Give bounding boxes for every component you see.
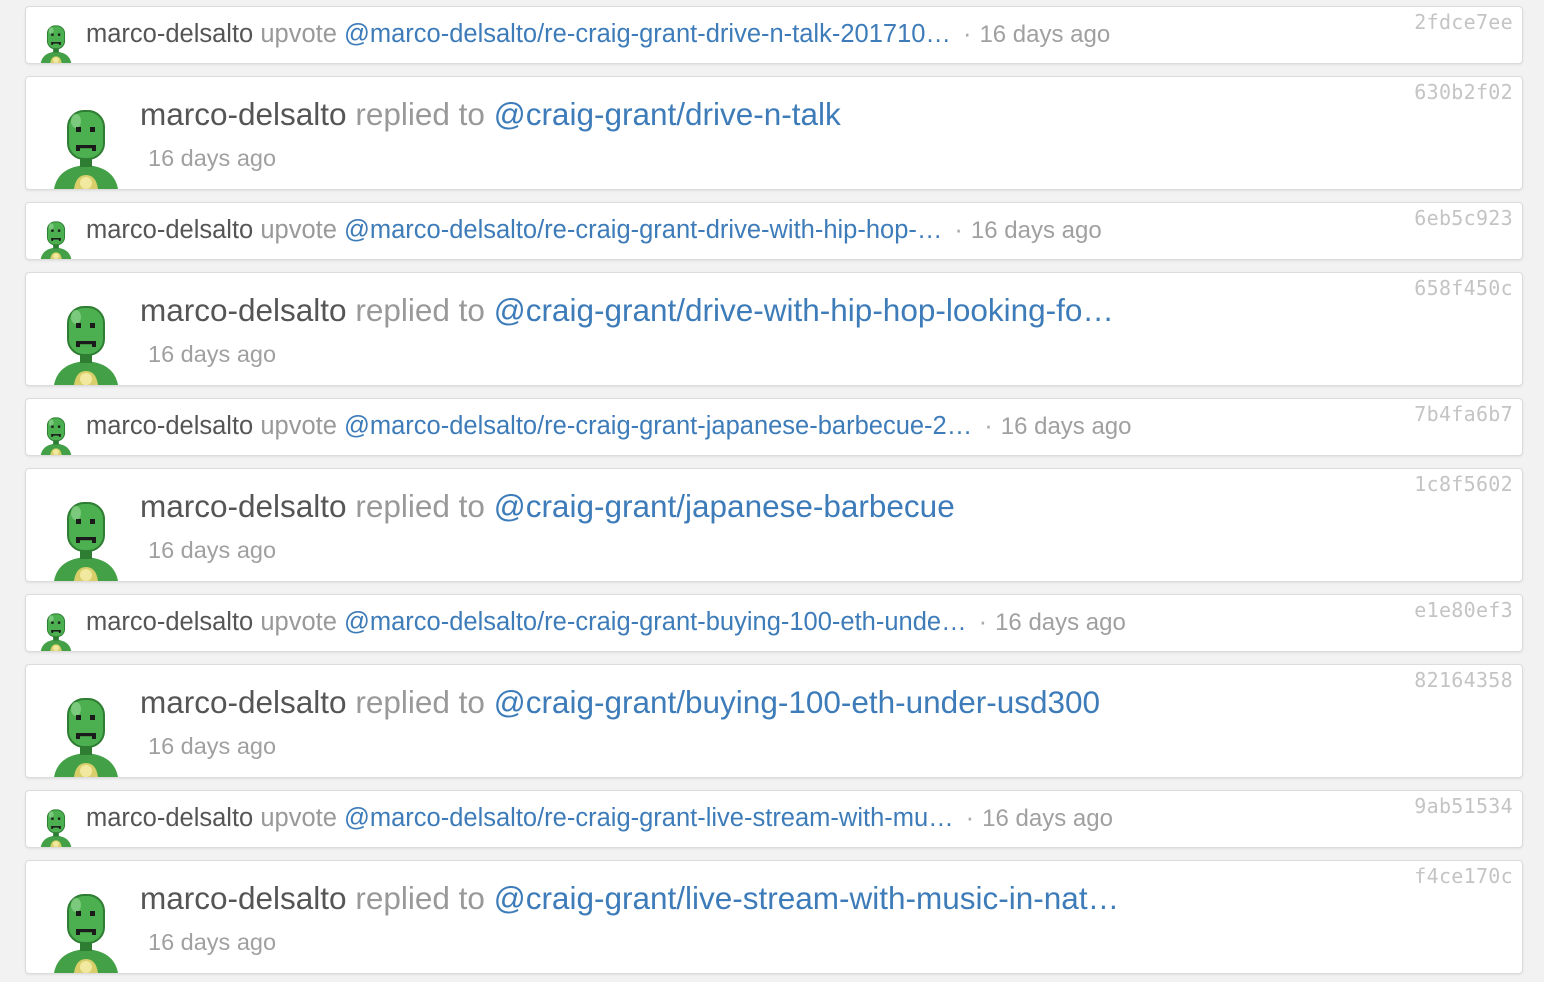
timestamp: 16 days ago bbox=[148, 145, 277, 171]
username-link[interactable]: marco-delsalto bbox=[86, 20, 253, 48]
activity-verb: upvote bbox=[260, 412, 337, 440]
post-link[interactable]: @marco-delsalto/re-craig-grant-drive-n-t… bbox=[344, 20, 951, 48]
post-link[interactable]: @craig-grant/drive-n-talk bbox=[494, 96, 841, 132]
activity-line: marco-delsalto replied to @craig-grant/j… bbox=[140, 488, 955, 525]
green-robot-avatar-icon[interactable] bbox=[46, 301, 126, 385]
green-robot-avatar-icon[interactable] bbox=[36, 219, 76, 259]
activity-upvote-card: e1e80ef3 marco-delsalto upvote @marco-del… bbox=[25, 594, 1523, 652]
post-link[interactable]: @craig-grant/buying-100-eth-under-usd300 bbox=[494, 684, 1100, 720]
transaction-hash[interactable]: 6eb5c923 bbox=[1414, 206, 1513, 230]
timestamp: 16 days ago bbox=[979, 21, 1111, 48]
username-link[interactable]: marco-delsalto bbox=[140, 488, 347, 524]
post-link[interactable]: @marco-delsalto/re-craig-grant-japanese-… bbox=[344, 412, 972, 440]
timestamp: 16 days ago bbox=[148, 929, 277, 955]
username-link[interactable]: marco-delsalto bbox=[140, 292, 347, 328]
green-robot-avatar-icon[interactable] bbox=[36, 415, 76, 455]
green-robot-avatar-icon[interactable] bbox=[46, 889, 126, 973]
username-link[interactable]: marco-delsalto bbox=[86, 608, 253, 636]
activity-verb: upvote bbox=[260, 608, 337, 636]
post-link[interactable]: @marco-delsalto/re-craig-grant-buying-10… bbox=[344, 608, 967, 636]
transaction-hash[interactable]: 658f450c bbox=[1414, 276, 1513, 300]
username-link[interactable]: marco-delsalto bbox=[140, 684, 347, 720]
activity-line: marco-delsalto replied to @craig-grant/l… bbox=[140, 880, 1119, 917]
separator-dot: · bbox=[978, 608, 988, 636]
activity-line: marco-delsalto upvote @marco-delsalto/re… bbox=[86, 804, 1113, 833]
activity-verb: replied to bbox=[355, 96, 485, 132]
green-robot-avatar-icon[interactable] bbox=[36, 23, 76, 63]
green-robot-avatar-icon[interactable] bbox=[36, 611, 76, 651]
activity-upvote-card: 2fdce7ee marco-delsalto upvote @marco-del… bbox=[25, 6, 1523, 64]
separator-dot: · bbox=[962, 20, 972, 48]
username-link[interactable]: marco-delsalto bbox=[86, 216, 253, 244]
transaction-hash[interactable]: 9ab51534 bbox=[1414, 794, 1513, 818]
post-link[interactable]: @craig-grant/live-stream-with-music-in-n… bbox=[494, 880, 1119, 916]
post-link[interactable]: @marco-delsalto/re-craig-grant-drive-wit… bbox=[344, 216, 942, 244]
activity-reply-card: 658f450c marco-delsalto replied to @craig… bbox=[25, 272, 1523, 386]
activity-line: marco-delsalto replied to @craig-grant/d… bbox=[140, 96, 841, 133]
timestamp: 16 days ago bbox=[148, 733, 277, 759]
activity-verb: replied to bbox=[355, 292, 485, 328]
activity-line: marco-delsalto upvote @marco-delsalto/re… bbox=[86, 412, 1132, 441]
activity-verb: replied to bbox=[355, 488, 485, 524]
transaction-hash[interactable]: 7b4fa6b7 bbox=[1414, 402, 1513, 426]
transaction-hash[interactable]: e1e80ef3 bbox=[1414, 598, 1513, 622]
separator-dot: · bbox=[984, 412, 993, 440]
activity-verb: replied to bbox=[355, 684, 485, 720]
timestamp: 16 days ago bbox=[148, 341, 277, 367]
username-link[interactable]: marco-delsalto bbox=[140, 96, 347, 132]
activity-reply-card: 82164358 marco-delsalto replied to @craig… bbox=[25, 664, 1523, 778]
green-robot-avatar-icon[interactable] bbox=[46, 105, 126, 189]
activity-reply-card: f4ce170c marco-delsalto replied to @craig… bbox=[25, 860, 1523, 974]
post-link[interactable]: @craig-grant/drive-with-hip-hop-looking-… bbox=[494, 292, 1114, 328]
timestamp: 16 days ago bbox=[1000, 413, 1132, 440]
timestamp: 16 days ago bbox=[970, 217, 1102, 244]
activity-reply-card: 630b2f02 marco-delsalto replied to @craig… bbox=[25, 76, 1523, 190]
activity-verb: upvote bbox=[260, 20, 337, 48]
post-link[interactable]: @marco-delsalto/re-craig-grant-live-stre… bbox=[344, 804, 954, 832]
timestamp: 16 days ago bbox=[995, 609, 1126, 636]
activity-upvote-card: 7b4fa6b7 marco-delsalto upvote @marco-del… bbox=[25, 398, 1523, 456]
timestamp: 16 days ago bbox=[148, 537, 277, 563]
activity-line: marco-delsalto replied to @craig-grant/b… bbox=[140, 684, 1100, 721]
username-link[interactable]: marco-delsalto bbox=[86, 412, 253, 440]
username-link[interactable]: marco-delsalto bbox=[86, 804, 253, 832]
activity-line: marco-delsalto upvote @marco-delsalto/re… bbox=[86, 608, 1126, 637]
activity-verb: replied to bbox=[355, 880, 485, 916]
activity-upvote-card: 6eb5c923 marco-delsalto upvote @marco-del… bbox=[25, 202, 1523, 260]
activity-verb: upvote bbox=[260, 216, 337, 244]
green-robot-avatar-icon[interactable] bbox=[46, 497, 126, 581]
transaction-hash[interactable]: 2fdce7ee bbox=[1414, 10, 1513, 34]
post-link[interactable]: @craig-grant/japanese-barbecue bbox=[494, 488, 955, 524]
transaction-hash[interactable]: 1c8f5602 bbox=[1414, 472, 1513, 496]
activity-line: marco-delsalto replied to @craig-grant/d… bbox=[140, 292, 1114, 329]
activity-line: marco-delsalto upvote @marco-delsalto/re… bbox=[86, 20, 1110, 49]
transaction-hash[interactable]: 82164358 bbox=[1414, 668, 1513, 692]
transaction-hash[interactable]: 630b2f02 bbox=[1414, 80, 1513, 104]
transaction-hash[interactable]: f4ce170c bbox=[1414, 864, 1513, 888]
separator-dot: · bbox=[965, 804, 975, 832]
activity-upvote-card: 9ab51534 marco-delsalto upvote @marco-del… bbox=[25, 790, 1523, 848]
activity-verb: upvote bbox=[260, 804, 337, 832]
green-robot-avatar-icon[interactable] bbox=[36, 807, 76, 847]
activity-line: marco-delsalto upvote @marco-delsalto/re… bbox=[86, 216, 1102, 245]
activity-feed: 2fdce7ee marco-delsalto upvote @marco-del… bbox=[0, 0, 1544, 982]
separator-dot: · bbox=[954, 216, 963, 244]
timestamp: 16 days ago bbox=[982, 805, 1113, 832]
activity-reply-card: 1c8f5602 marco-delsalto replied to @craig… bbox=[25, 468, 1523, 582]
green-robot-avatar-icon[interactable] bbox=[46, 693, 126, 777]
username-link[interactable]: marco-delsalto bbox=[140, 880, 347, 916]
